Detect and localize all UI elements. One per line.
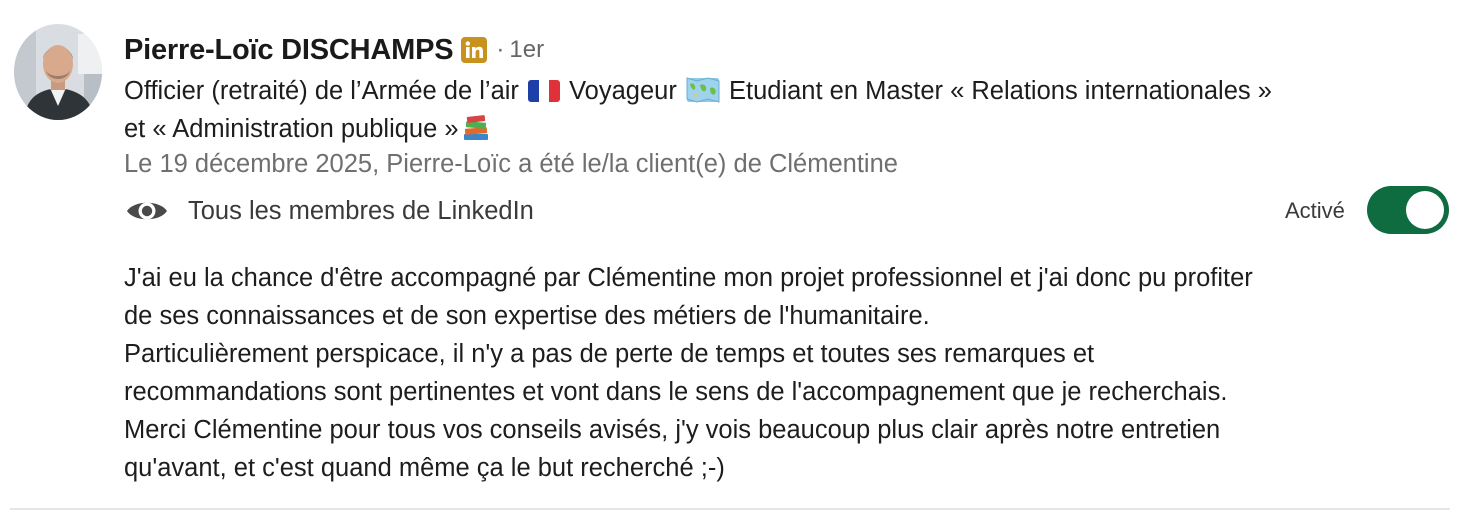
recommendation-text: J'ai eu la chance d'être accompagné par … (124, 259, 1444, 487)
books-icon (461, 113, 491, 143)
france-flag-icon (528, 80, 560, 102)
visibility-label: Tous les membres de LinkedIn (188, 196, 534, 225)
world-map-icon (686, 76, 720, 104)
toggle-label: Activé (1285, 198, 1345, 223)
eye-icon (124, 193, 170, 229)
divider (10, 508, 1450, 510)
toggle-knob (1406, 191, 1444, 229)
recommendation-line: recommandations sont pertinentes et vont… (124, 378, 1228, 406)
recommendation-line: de ses connaissances et de son expertise… (124, 302, 930, 330)
headline-part-3: Etudiant en Master « Relations internati… (721, 77, 1272, 105)
headline-part-2: Voyageur (562, 77, 684, 105)
recommendation-line: qu'avant, et c'est quand même ça le but … (124, 454, 725, 482)
visibility-toggle[interactable] (1367, 186, 1449, 234)
linkedin-icon (461, 37, 488, 63)
headline-part-4: et « Administration publique » (124, 115, 459, 143)
author-headline: Officier (retraité) de l’Armée de l’air … (124, 72, 1444, 148)
author-name[interactable]: Pierre-Loïc DISCHAMPS (124, 34, 454, 67)
author-avatar[interactable] (14, 24, 102, 120)
headline-part-1: Officier (retraité) de l’Armée de l’air (124, 77, 526, 105)
author-header: Pierre-Loïc DISCHAMPS · 1er (124, 31, 544, 69)
connection-degree: 1er (509, 36, 545, 63)
recommendation-line: Merci Clémentine pour tous vos conseils … (124, 416, 1221, 444)
recommendation-context: Le 19 décembre 2025, Pierre-Loïc a été l… (124, 150, 898, 178)
recommendation-line: J'ai eu la chance d'être accompagné par … (124, 264, 1253, 292)
visibility-setting[interactable]: Tous les membres de LinkedIn (124, 193, 534, 229)
recommendation-line: Particulièrement perspicace, il n'y a pa… (124, 340, 1095, 368)
separator-dot: · (496, 36, 505, 63)
